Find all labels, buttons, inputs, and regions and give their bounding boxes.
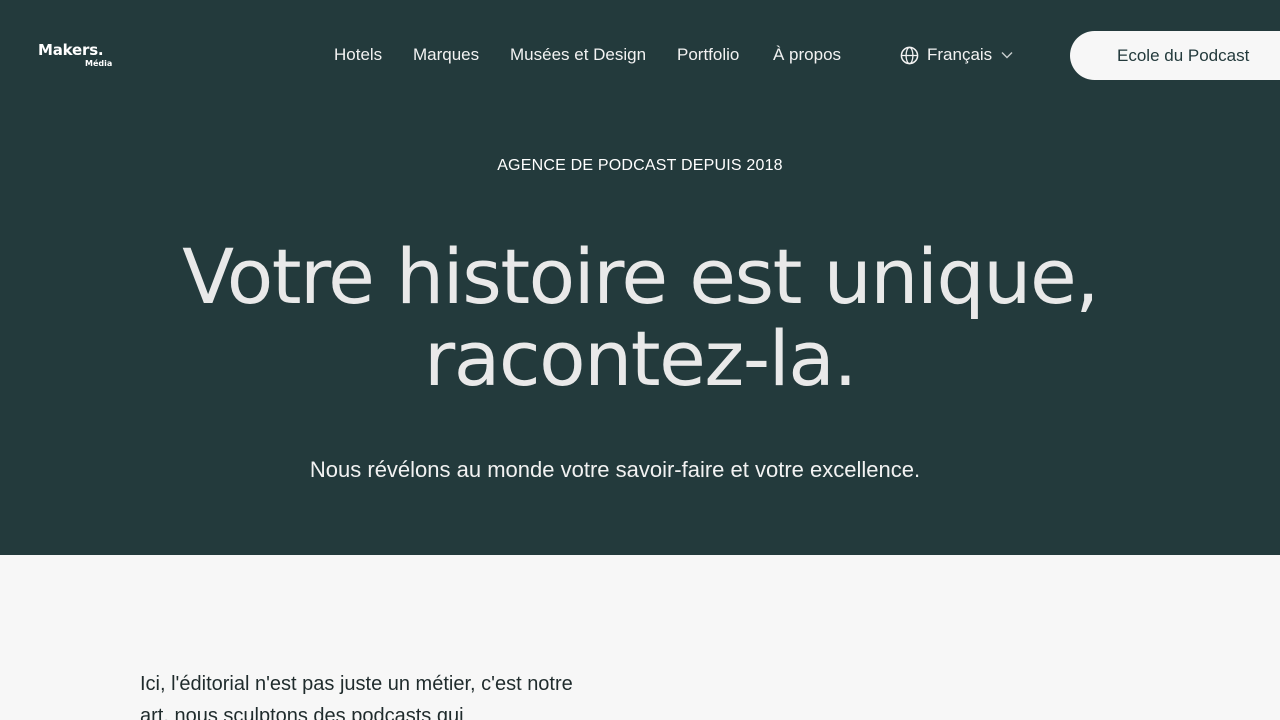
intro-paragraph: Ici, l'éditorial n'est pas juste un méti… (140, 673, 573, 720)
language-selector[interactable]: Français (900, 44, 1013, 66)
hero-headline: Votre histoire est unique, racontez-la. (0, 236, 1280, 400)
nav-item-a-propos[interactable]: À propos (773, 44, 841, 66)
logo[interactable]: Makers. Média (38, 41, 112, 68)
hero-headline-line-1: Votre histoire est unique, (182, 232, 1099, 321)
ecole-du-podcast-button[interactable]: Ecole du Podcast (1070, 31, 1280, 80)
hero-subline: Nous révélons au monde votre savoir-fair… (309, 457, 921, 482)
nav-item-hotels[interactable]: Hotels (334, 44, 382, 66)
logo-text: Makers. (38, 41, 104, 59)
nav-item-musees-et-design[interactable]: Musées et Design (510, 44, 646, 66)
logo-subtext: Média (85, 59, 113, 68)
nav-item-marques[interactable]: Marques (413, 44, 479, 66)
chevron-down-icon (1001, 52, 1013, 59)
globe-icon (900, 46, 919, 64)
hero-eyebrow: AGENCE DE PODCAST DEPUIS 2018 (497, 157, 783, 174)
nav-item-portfolio[interactable]: Portfolio (677, 44, 739, 66)
language-label: Français (927, 45, 993, 64)
hero-section: Makers. Média Hotels Marques Musées et D… (0, 0, 1280, 555)
hero-headline-line-2: racontez-la. (424, 314, 858, 403)
